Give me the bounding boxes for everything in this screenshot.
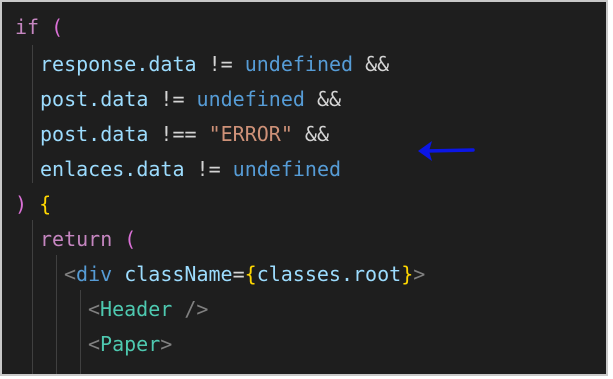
code-token: undefined — [232, 157, 342, 181]
code-token: className — [124, 262, 233, 286]
code-token: { — [244, 262, 257, 286]
code-line[interactable]: post.data !== "ERROR" && — [2, 117, 606, 152]
code-token: != — [148, 87, 197, 111]
code-token: != — [196, 52, 245, 76]
indent-guide — [32, 45, 33, 183]
code-line-content: if ( — [15, 10, 63, 45]
indent-guide — [32, 220, 33, 374]
code-token: response.data — [40, 52, 197, 76]
code-token: != — [184, 157, 233, 181]
code-line[interactable]: <Paper> — [2, 327, 606, 362]
code-line[interactable]: return ( — [2, 222, 606, 257]
code-line-content: post.data != undefined && — [40, 82, 341, 117]
code-line[interactable]: response.data != undefined && — [2, 47, 606, 82]
code-token: < — [88, 297, 101, 321]
code-token: !== — [148, 122, 209, 146]
code-token: && — [292, 122, 330, 146]
code-token: ) — [15, 192, 28, 216]
code-token: > — [160, 332, 173, 356]
code-token: if — [15, 15, 40, 39]
code-token: undefined — [244, 52, 354, 76]
left-arrow-icon — [418, 141, 475, 161]
code-line-content: return ( — [40, 222, 136, 257]
code-token: div — [76, 262, 113, 286]
code-line-content: post.data !== "ERROR" && — [40, 117, 329, 152]
code-token: enlaces.data — [40, 157, 185, 181]
code-token: ( — [51, 15, 64, 39]
code-line-content: <div className={classes.root}> — [64, 257, 425, 292]
indent-guide — [80, 290, 81, 374]
code-line[interactable]: enlaces.data != undefined — [2, 152, 606, 187]
code-line[interactable]: ) { — [2, 187, 606, 222]
code-line-content: response.data != undefined && — [40, 47, 389, 82]
code-token: post.data — [40, 122, 149, 146]
code-line[interactable]: post.data != undefined && — [2, 82, 606, 117]
code-line[interactable]: <Header /> — [2, 292, 606, 327]
indent-guide — [56, 255, 57, 374]
code-token: > — [413, 262, 426, 286]
code-token: Paper — [100, 332, 161, 356]
code-token: && — [304, 87, 342, 111]
code-token: < — [88, 332, 101, 356]
code-token: "ERROR" — [208, 122, 293, 146]
code-token: ( — [124, 227, 137, 251]
code-token: post.data — [40, 87, 149, 111]
code-token: = — [232, 262, 245, 286]
code-token: undefined — [196, 87, 305, 111]
code-token: /> — [172, 297, 209, 321]
code-token: classes.root — [256, 262, 402, 286]
code-token: return — [40, 227, 113, 251]
code-token: && — [353, 52, 390, 76]
code-token: { — [39, 192, 52, 216]
code-line[interactable]: <div className={classes.root}> — [2, 257, 606, 292]
code-area[interactable]: if (response.data != undefined && post.da… — [2, 2, 606, 374]
code-token: Header — [100, 297, 173, 321]
code-token: < — [64, 262, 77, 286]
code-line-content: <Header /> — [88, 292, 208, 327]
code-token: } — [401, 262, 414, 286]
code-line-content: enlaces.data != undefined — [40, 152, 341, 187]
code-line[interactable]: if ( — [2, 10, 606, 45]
code-line-content: <Paper> — [88, 327, 172, 362]
code-editor: if (response.data != undefined && post.da… — [0, 0, 608, 376]
code-line-content: ) { — [15, 187, 51, 222]
